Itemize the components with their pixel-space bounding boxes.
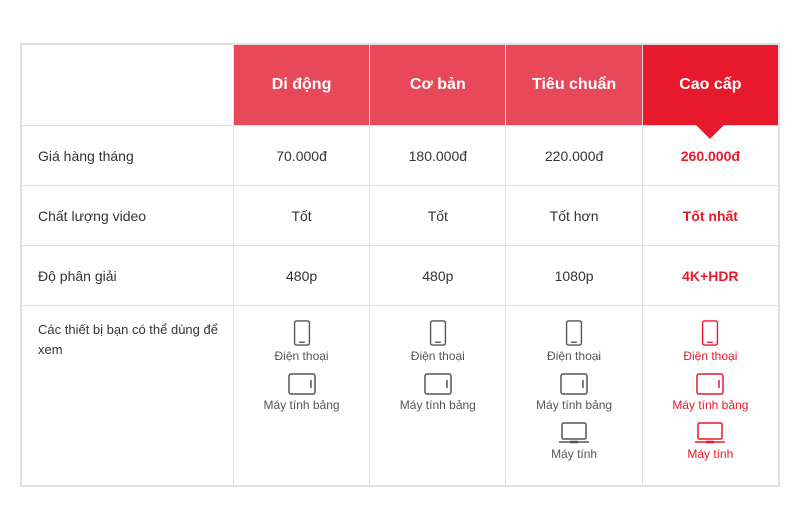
device-laptop-caocap: Máy tính xyxy=(651,422,770,461)
quality-row: Chất lượng video Tốt Tốt Tốt hơn Tốt nhấ… xyxy=(22,186,779,246)
devices-label: Các thiết bị bạn có thể dùng để xem xyxy=(22,306,234,486)
devices-row: Các thiết bị bạn có thể dùng để xem Điện… xyxy=(22,306,779,486)
device-phone-didong: Điện thoại xyxy=(242,320,361,363)
resolution-row: Độ phân giải 480p 480p 1080p 4K+HDR xyxy=(22,246,779,306)
quality-caocap: Tốt nhất xyxy=(642,186,778,246)
quality-coban: Tốt xyxy=(370,186,506,246)
device-tablet-caocap: Máy tính bảng xyxy=(651,373,770,412)
laptop-icon-4 xyxy=(694,422,726,444)
phone-icon-4 xyxy=(701,320,719,346)
price-didong: 70.000đ xyxy=(233,126,369,186)
device-tablet-coban: Máy tính bảng xyxy=(378,373,497,412)
price-coban: 180.000đ xyxy=(370,126,506,186)
device-laptop-tieuchuan: Máy tính xyxy=(514,422,633,461)
phone-icon-2 xyxy=(429,320,447,346)
device-tablet-tieuchuan: Máy tính bảng xyxy=(514,373,633,412)
tablet-icon-3 xyxy=(560,373,588,395)
header-coban: Cơ bản xyxy=(370,45,506,126)
tablet-icon xyxy=(288,373,316,395)
resolution-tieuchuan: 1080p xyxy=(506,246,642,306)
quality-tieuchuan: Tốt hơn xyxy=(506,186,642,246)
device-phone-caocap: Điện thoại xyxy=(651,320,770,363)
devices-tieuchuan: Điện thoại Máy tính bảng xyxy=(506,306,642,486)
resolution-didong: 480p xyxy=(233,246,369,306)
resolution-coban: 480p xyxy=(370,246,506,306)
tablet-icon-4 xyxy=(696,373,724,395)
header-tieuchuan: Tiêu chuẩn xyxy=(506,45,642,126)
device-tablet-didong: Máy tính bảng xyxy=(242,373,361,412)
comparison-table-container: Di động Cơ bản Tiêu chuẩn Cao cấp xyxy=(20,43,780,487)
devices-caocap: Điện thoại Máy tính bảng xyxy=(642,306,778,486)
resolution-caocap: 4K+HDR xyxy=(642,246,778,306)
resolution-label: Độ phân giải xyxy=(22,246,234,306)
phone-icon xyxy=(293,320,311,346)
price-label: Giá hàng tháng xyxy=(22,126,234,186)
device-phone-tieuchuan: Điện thoại xyxy=(514,320,633,363)
price-tieuchuan: 220.000đ xyxy=(506,126,642,186)
quality-label: Chất lượng video xyxy=(22,186,234,246)
price-row: Giá hàng tháng 70.000đ 180.000đ 220.000đ… xyxy=(22,126,779,186)
tablet-icon-2 xyxy=(424,373,452,395)
header-didong: Di động xyxy=(233,45,369,126)
phone-icon-3 xyxy=(565,320,583,346)
device-phone-coban: Điện thoại xyxy=(378,320,497,363)
quality-didong: Tốt xyxy=(233,186,369,246)
devices-coban: Điện thoại Máy tính bảng xyxy=(370,306,506,486)
header-caocap: Cao cấp xyxy=(642,45,778,126)
devices-didong: Điện thoại Máy tính bảng xyxy=(233,306,369,486)
header-empty xyxy=(22,45,234,126)
laptop-icon-3 xyxy=(558,422,590,444)
